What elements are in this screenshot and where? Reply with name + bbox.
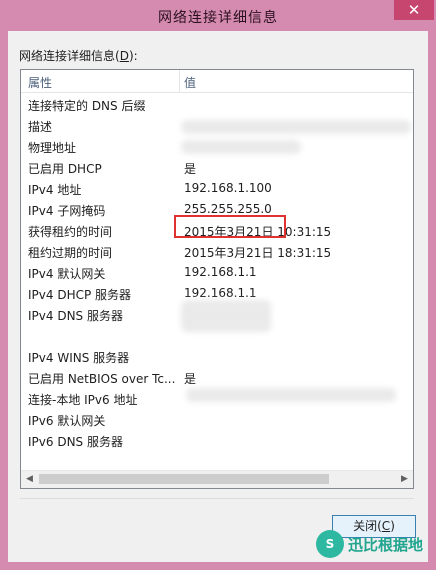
divider: [20, 498, 414, 499]
close-icon: ✕: [407, 1, 421, 19]
watermark-logo: S: [316, 530, 344, 558]
value-cell: 192.168.1.100: [184, 181, 272, 195]
property-cell: IPv4 DNS 服务器: [28, 309, 123, 323]
redacted-dns-servers: [181, 300, 271, 332]
property-cell: IPv6 DNS 服务器: [28, 435, 123, 449]
window-title: 网络连接详细信息: [158, 10, 278, 26]
value-cell: 是: [184, 372, 197, 386]
table-row[interactable]: IPv4 默认网关 192.168.1.1: [21, 262, 413, 283]
property-cell: 连接-本地 IPv6 地址: [28, 393, 138, 407]
property-cell: 描述: [28, 120, 53, 134]
property-cell: IPv4 子网掩码: [28, 204, 106, 218]
caption-suffix: ):: [128, 49, 138, 63]
property-cell: IPv4 DHCP 服务器: [28, 288, 132, 302]
property-cell: IPv4 默认网关: [28, 267, 106, 281]
value-cell: 255.255.255.0: [184, 202, 272, 216]
title-bar[interactable]: 网络连接详细信息 ✕: [0, 0, 436, 30]
property-cell: 物理地址: [28, 141, 77, 155]
ipv4-address-highlight: [174, 215, 286, 238]
list-header: 属性 值: [21, 70, 413, 93]
scrollbar-thumb[interactable]: [39, 474, 329, 484]
column-divider[interactable]: [179, 70, 180, 92]
caption-accel: D: [119, 49, 129, 63]
table-row[interactable]: IPv6 DNS 服务器: [21, 430, 413, 451]
scroll-left-icon[interactable]: ◀: [21, 471, 38, 488]
value-cell: 2015年3月21日 18:31:15: [184, 246, 332, 260]
redacted-description: [181, 120, 411, 134]
close-window-button[interactable]: ✕: [394, 0, 434, 20]
table-row[interactable]: 连接特定的 DNS 后缀: [21, 94, 413, 115]
network-details-dialog: 网络连接详细信息 ✕ 网络连接详细信息(D): 属性 值 连接特定的 DNS 后…: [0, 0, 436, 570]
property-cell: 已启用 DHCP: [28, 162, 102, 176]
property-cell: 已启用 NetBIOS over Tc...: [28, 372, 176, 386]
table-row[interactable]: 已启用 DHCP 是: [21, 157, 413, 178]
property-cell: IPv6 默认网关: [28, 414, 106, 428]
table-row[interactable]: 租约过期的时间 2015年3月21日 18:31:15: [21, 241, 413, 262]
site-watermark: S 迅比根据地: [316, 528, 428, 562]
value-cell: 是: [184, 162, 197, 176]
caption-prefix: 网络连接详细信息(: [19, 49, 120, 63]
table-row[interactable]: IPv4 地址 192.168.1.100: [21, 178, 413, 199]
property-cell: IPv4 WINS 服务器: [28, 351, 130, 365]
redacted-mac-address: [181, 140, 301, 154]
property-cell: 连接特定的 DNS 后缀: [28, 99, 146, 113]
value-cell: 192.168.1.1: [184, 265, 257, 279]
property-cell: IPv4 地址: [28, 183, 82, 197]
property-cell: 租约过期的时间: [28, 246, 113, 260]
scroll-right-icon[interactable]: ▶: [396, 471, 413, 488]
watermark-text: 迅比根据地: [348, 536, 424, 554]
column-header-property[interactable]: 属性: [28, 74, 52, 91]
table-row[interactable]: IPv4 WINS 服务器: [21, 346, 413, 367]
dialog-body: 网络连接详细信息(D): 属性 值 连接特定的 DNS 后缀 描述 物理地址 已…: [8, 31, 428, 562]
table-row[interactable]: IPv6 默认网关: [21, 409, 413, 430]
column-header-value[interactable]: 值: [184, 74, 196, 91]
horizontal-scrollbar[interactable]: ◀ ▶: [21, 470, 413, 488]
table-row[interactable]: 已启用 NetBIOS over Tc... 是: [21, 367, 413, 388]
details-caption: 网络连接详细信息(D):: [19, 47, 138, 64]
details-list[interactable]: 属性 值 连接特定的 DNS 后缀 描述 物理地址 已启用 DHCP 是 IPv4…: [20, 69, 414, 489]
value-cell: 192.168.1.1: [184, 286, 257, 300]
property-cell: 获得租约的时间: [28, 225, 113, 239]
redacted-ipv6-address: [186, 388, 396, 402]
